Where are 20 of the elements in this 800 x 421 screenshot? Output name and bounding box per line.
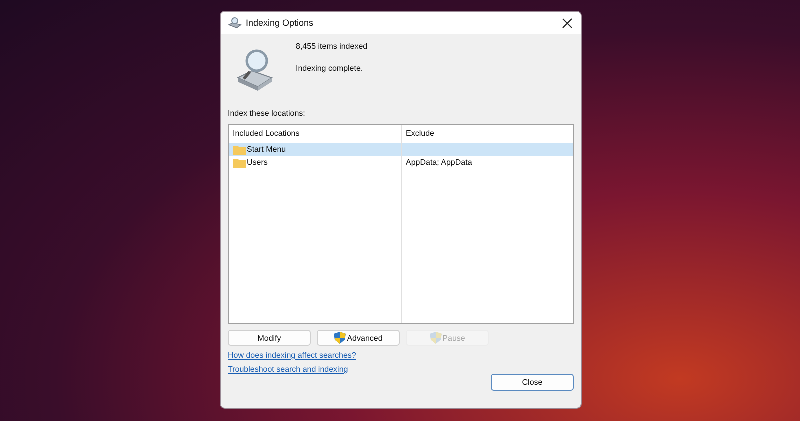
close-button[interactable]: Close: [491, 374, 574, 391]
location-row[interactable]: Start Menu: [229, 143, 573, 156]
shield-icon: [430, 332, 442, 344]
folder-icon: [233, 144, 246, 154]
location-name: Start Menu: [247, 145, 286, 154]
locations-label: Index these locations:: [228, 109, 306, 118]
window-title: Indexing Options: [246, 18, 314, 28]
shield-icon: [334, 332, 346, 344]
indexing-status: Indexing complete.: [296, 64, 364, 73]
action-button[interactable]: Modify: [228, 330, 311, 346]
drive-magnifier-icon: [236, 48, 274, 92]
location-name: Users: [247, 158, 268, 167]
help-link[interactable]: Troubleshoot search and indexing: [228, 365, 348, 374]
help-link[interactable]: How does indexing affect searches?: [228, 351, 356, 360]
action-button[interactable]: Advanced: [317, 330, 400, 346]
location-row[interactable]: Users AppData; AppData: [229, 156, 573, 169]
items-indexed-count: 8,455 items indexed: [296, 42, 368, 51]
column-header[interactable]: Exclude: [402, 125, 573, 143]
exclude-text: AppData; AppData: [406, 158, 472, 167]
drive-magnifier-icon: [228, 17, 242, 29]
